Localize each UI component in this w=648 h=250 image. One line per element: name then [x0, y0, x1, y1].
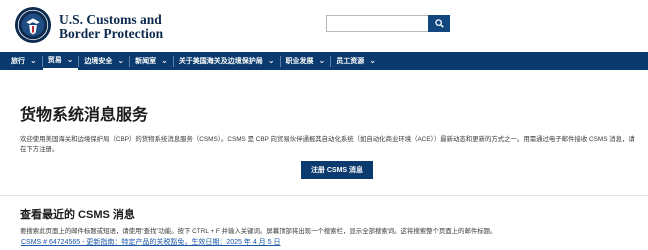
recent-messages-heading: 查看最近的 CSMS 消息	[20, 209, 135, 221]
nav-item-about[interactable]: 关于美国海关及边境保护局 ⌄	[174, 52, 280, 70]
search-form	[326, 15, 450, 32]
chevron-down-icon: ⌄	[66, 55, 74, 64]
nav-item-label: 边境安全	[84, 58, 113, 65]
nav-item-trade[interactable]: 贸易 ⌄	[42, 52, 79, 70]
main-nav: 旅行 ⌄ 贸易 ⌄ 边境安全 ⌄ 新闻室 ⌄ 关于美国海关及边境保护局 ⌄ 职业…	[0, 52, 648, 70]
search-button[interactable]	[428, 15, 450, 32]
agency-name-line2: Border Protection	[59, 26, 164, 41]
nav-item-label: 职业发展	[285, 58, 314, 65]
recent-messages-description: 要搜索此页面上的邮件标题或短语，请使用“查找”功能。按下 CTRL + F 并输…	[20, 228, 497, 235]
chevron-down-icon: ⌄	[161, 56, 168, 65]
agency-name[interactable]: U.S. Customs and Border Protection	[59, 13, 163, 41]
intro-text: 欢迎使用美国海关和边境保护局（CBP）的货物系统消息服务（CSMS）。CSMS …	[20, 136, 635, 153]
nav-item-label: 贸易	[47, 57, 62, 64]
chevron-down-icon: ⌄	[369, 56, 376, 65]
nav-item-label: 关于美国海关及边境保护局	[178, 58, 263, 65]
nav-item-label: 旅行	[11, 58, 25, 65]
section-divider	[0, 195, 648, 196]
csms-message-link[interactable]: CSMS # 64724565 - 更新指南：特定产品的关税豁免，生效日期：20…	[21, 237, 280, 247]
nav-item-label: 新闻室	[135, 58, 157, 65]
site-header: U.S. Customs and Border Protection	[0, 0, 648, 52]
nav-item-travel[interactable]: 旅行 ⌄	[6, 52, 42, 70]
nav-item-border-security[interactable]: 边境安全 ⌄	[79, 52, 129, 70]
chevron-down-icon: ⌄	[318, 56, 326, 65]
nav-item-employee-resources[interactable]: 员工资源 ⌄	[331, 52, 381, 70]
nav-item-careers[interactable]: 职业发展 ⌄	[281, 52, 331, 70]
nav-item-newsroom[interactable]: 新闻室 ⌄	[130, 52, 173, 70]
nav-item-label: 员工资源	[336, 58, 365, 65]
chevron-down-icon: ⌄	[267, 56, 275, 65]
search-input[interactable]	[326, 15, 428, 32]
page-title: 货物系统消息服务	[20, 107, 149, 124]
subscribe-button[interactable]: 注册 CSMS 消息	[301, 161, 373, 179]
chevron-down-icon: ⌄	[117, 56, 125, 65]
chevron-down-icon: ⌄	[30, 56, 37, 65]
search-icon	[434, 19, 444, 28]
cbp-seal-icon[interactable]	[14, 6, 52, 44]
agency-name-line1: U.S. Customs and	[59, 12, 162, 27]
